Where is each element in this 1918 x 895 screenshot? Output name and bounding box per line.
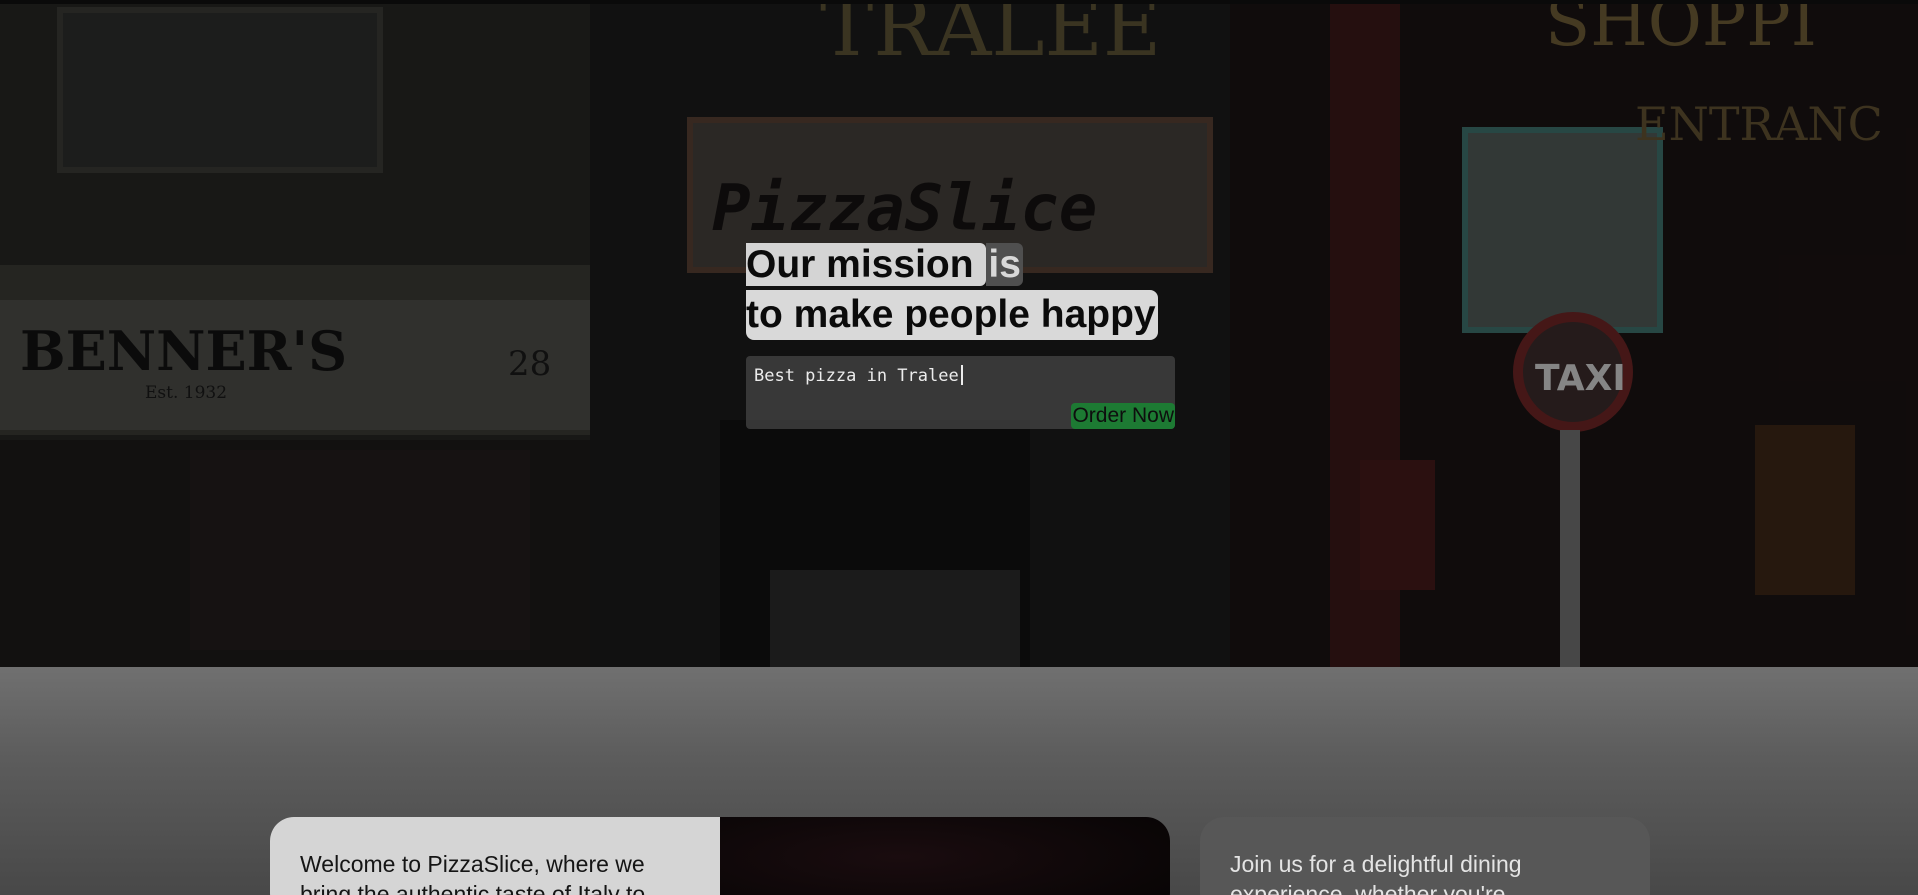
text-caret: [960, 365, 963, 385]
headline-line2: to make people happy: [746, 290, 1158, 340]
hero-section: PizzaSlice BENNER'S Est. 1932 28 TRALEE …: [0, 0, 1918, 667]
order-now-button[interactable]: Order Now: [1071, 403, 1175, 429]
about-section: Welcome to PizzaSlice, where we bring th…: [0, 667, 1918, 895]
about-image: [720, 817, 1170, 895]
headline-part1: Our mission: [746, 243, 987, 286]
hero-content: Our mission is to make people happy Best…: [746, 240, 1176, 429]
about-text: Welcome to PizzaSlice, where we bring th…: [270, 817, 720, 895]
headline-part2: is: [986, 243, 1023, 286]
prompt-text: Best pizza in Tralee: [754, 366, 959, 386]
page: PizzaSlice BENNER'S Est. 1932 28 TRALEE …: [0, 0, 1918, 895]
order-prompt-box[interactable]: Best pizza in Tralee Order Now: [746, 356, 1175, 429]
hero-headline: Our mission is to make people happy: [746, 240, 1176, 340]
prompt-input[interactable]: Best pizza in Tralee: [754, 365, 963, 386]
top-edge: [0, 0, 1918, 4]
join-card: Join us for a delightful dining experien…: [1200, 817, 1650, 895]
about-card: Welcome to PizzaSlice, where we bring th…: [270, 817, 1170, 895]
